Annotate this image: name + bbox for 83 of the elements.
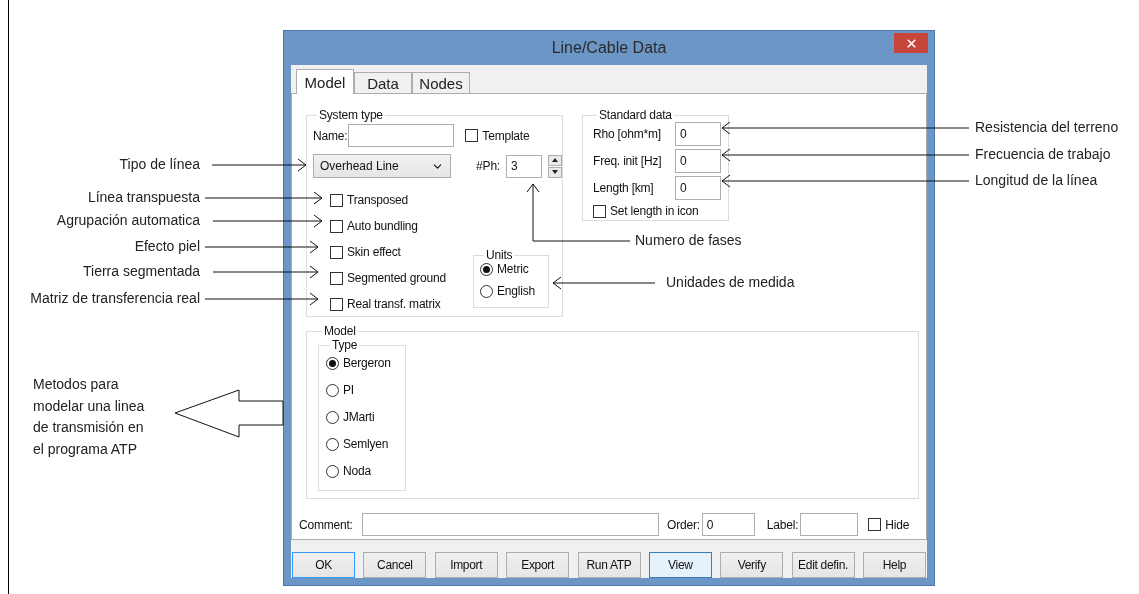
tab[interactable]: Nodes: [412, 72, 470, 93]
callout-label: Tierra segmentada: [83, 264, 200, 278]
dialog-button[interactable]: OK: [292, 552, 355, 578]
close-icon: [904, 36, 918, 50]
input-field[interactable]: 0: [701, 513, 755, 536]
checkbox-label: Hide: [885, 517, 910, 532]
field-label: #Ph:: [476, 159, 500, 173]
callout-label: Frecuencia de trabajo: [975, 147, 1111, 161]
input-field[interactable]: [800, 513, 859, 536]
checkbox[interactable]: [593, 204, 606, 218]
radio-label: Semlyen: [343, 437, 389, 451]
radio-button[interactable]: [326, 437, 339, 451]
spin-down-button[interactable]: [548, 166, 562, 178]
callout-label: Línea transpuesta: [87, 190, 200, 204]
dialog-button[interactable]: Edit defin.: [791, 552, 855, 578]
field-label: Comment:: [299, 517, 354, 532]
group-title: Units: [485, 248, 514, 262]
radio-label: JMarti: [343, 410, 375, 424]
input-field[interactable]: 0: [675, 122, 721, 146]
callout-label: Unidades de medida: [666, 275, 795, 289]
field-label: Label:: [766, 517, 799, 532]
input-field[interactable]: 0: [675, 176, 721, 200]
callout-label: Metodos para modelar una linea de transmisión en el programa ATP: [33, 375, 145, 459]
input-field[interactable]: 3: [506, 154, 542, 178]
radio-button[interactable]: [480, 262, 493, 276]
close-button[interactable]: [894, 33, 928, 53]
checkbox[interactable]: [868, 518, 882, 531]
dialog-button[interactable]: View: [648, 552, 712, 578]
radio-button[interactable]: [326, 383, 339, 397]
checkbox[interactable]: [330, 193, 343, 207]
spin-up-button[interactable]: [548, 154, 562, 166]
radio-label: English: [497, 284, 535, 298]
dialog-button[interactable]: Run ATP: [577, 552, 641, 578]
radio-label: Noda: [343, 464, 371, 478]
checkbox-label: Template: [482, 128, 530, 143]
input-field[interactable]: 0: [675, 149, 721, 173]
dialog-button[interactable]: Import: [434, 552, 498, 578]
callout-label: Longitud de la línea: [975, 173, 1098, 187]
dialog-button[interactable]: Cancel: [363, 552, 427, 578]
tab[interactable]: Data: [354, 72, 412, 93]
dialog-button[interactable]: Verify: [720, 552, 784, 578]
callout-label: Agrupación automatica: [56, 213, 200, 227]
checkbox-label: Skin effect: [347, 245, 401, 259]
checkbox-label: Auto bundling: [347, 219, 418, 233]
field-label: Name:: [313, 128, 348, 143]
dialog-button[interactable]: Export: [506, 552, 570, 578]
radio-label: PI: [343, 383, 354, 397]
checkbox-label: Set length in icon: [610, 204, 699, 218]
callout-label: Tipo de línea: [119, 157, 200, 171]
dropdown[interactable]: Overhead Line: [313, 154, 452, 178]
checkbox[interactable]: [465, 129, 479, 142]
callout-label: Resistencia del terreno: [975, 120, 1119, 134]
callout-label: Numero de fases: [635, 233, 742, 247]
triangle-up-icon: [552, 158, 558, 162]
radio-label: Metric: [497, 262, 529, 276]
callout-label: Matriz de transferencia real: [30, 291, 200, 305]
checkbox-label: Transposed: [347, 193, 408, 207]
callout-label: Efecto piel: [134, 239, 200, 253]
group-title: Standard data: [598, 108, 673, 122]
checkbox-label: Segmented ground: [347, 271, 446, 285]
window-title: Line/Cable Data: [551, 39, 667, 57]
field-label: Order:: [667, 517, 700, 532]
input-field[interactable]: [348, 124, 455, 147]
field-label: Freq. init [Hz]: [593, 154, 663, 168]
checkbox-label: Real transf. matrix: [347, 297, 441, 311]
group-title: Type: [331, 338, 359, 352]
checkbox[interactable]: [330, 245, 343, 259]
checkbox[interactable]: [330, 297, 343, 311]
field-label: Length [km]: [593, 181, 655, 195]
checkbox[interactable]: [330, 271, 343, 285]
radio-button[interactable]: [480, 284, 493, 298]
dialog-button[interactable]: Help: [863, 552, 926, 578]
checkbox[interactable]: [330, 219, 343, 233]
group-title: Model: [323, 324, 357, 338]
input-field[interactable]: [362, 513, 659, 536]
radio-button[interactable]: [326, 464, 339, 478]
radio-button[interactable]: [326, 356, 339, 370]
tab[interactable]: Model: [296, 69, 354, 94]
group-title: System type: [318, 108, 384, 122]
radio-button[interactable]: [326, 410, 339, 424]
radio-label: Bergeron: [343, 356, 391, 370]
field-label: Rho [ohm*m]: [593, 127, 662, 141]
triangle-down-icon: [552, 170, 558, 174]
